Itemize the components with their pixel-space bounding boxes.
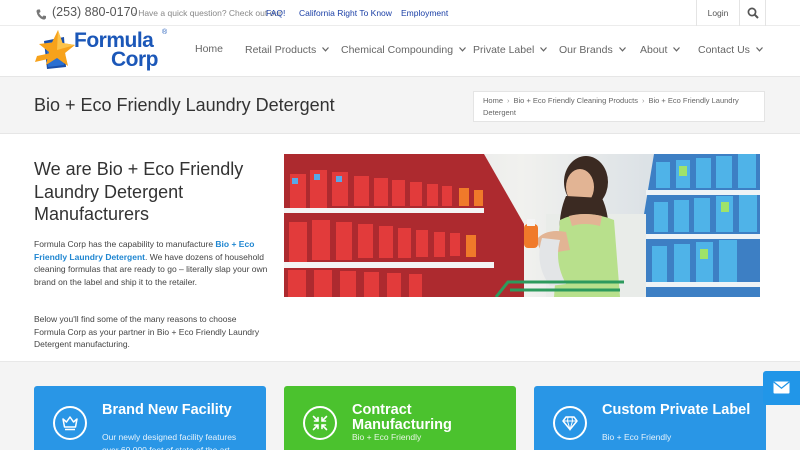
logo-registered-mark: ® (162, 29, 168, 36)
breadcrumb-category[interactable]: Bio + Eco Friendly Cleaning Products (514, 96, 638, 105)
crown-icon (62, 416, 78, 431)
card-text: Bio + Eco Friendly (602, 432, 672, 442)
nav-label: Private Label (473, 44, 535, 56)
star-logo-icon (35, 30, 75, 69)
phone-icon (36, 7, 46, 25)
feature-card-contract[interactable]: Contract Manufacturing Bio + Eco Friendl… (284, 386, 516, 450)
icon-circle (303, 406, 337, 440)
chevron-down-icon (459, 47, 467, 52)
page-title: Bio + Eco Friendly Laundry Detergent (34, 95, 335, 115)
phone-number[interactable]: (253) 880-0170 (52, 5, 137, 19)
california-right-to-know-link[interactable]: California Right To Know (299, 8, 392, 18)
intro-text: Formula Corp has the capability to manuf… (34, 239, 216, 249)
chevron-down-icon (673, 47, 681, 52)
nav-label: Contact Us (698, 44, 750, 56)
chevron-down-icon (540, 47, 548, 52)
nav-retail-products[interactable]: Retail Products (245, 44, 330, 56)
card-title: Brand New Facility (102, 402, 232, 418)
chevron-down-icon (755, 47, 763, 52)
intro-heading: We are Bio + Eco Friendly Laundry Deterg… (34, 159, 244, 224)
feature-card-facility[interactable]: Brand New Facility Our newly designed fa… (34, 386, 266, 450)
formula-corp-logo[interactable]: Formula ® Corp (34, 28, 174, 74)
quick-question-text: - Have a quick question? Check out our (133, 8, 282, 18)
breadcrumb-separator-icon: › (507, 96, 510, 105)
search-button[interactable] (740, 0, 766, 26)
intro-paragraph: Formula Corp has the capability to manuf… (34, 238, 279, 289)
breadcrumb-home[interactable]: Home (483, 96, 503, 105)
nav-our-brands[interactable]: Our Brands (559, 44, 626, 56)
store-aisle-photo (284, 154, 760, 297)
main-header: Formula ® Corp Home Retail Products Chem… (0, 26, 800, 76)
nav-private-label[interactable]: Private Label (473, 44, 548, 56)
nav-about[interactable]: About (640, 44, 681, 56)
login-link[interactable]: Login (696, 0, 740, 26)
card-title: Custom Private Label (602, 402, 751, 418)
card-text: Our newly designed facility features ove… (102, 432, 237, 450)
nav-label: Our Brands (559, 44, 613, 56)
page-title-band: Bio + Eco Friendly Laundry Detergent Hom… (0, 76, 800, 134)
faq-link[interactable]: FAQ! (266, 8, 285, 18)
card-title: Contract Manufacturing (352, 402, 452, 433)
logo-word-corp: Corp (111, 48, 159, 71)
breadcrumb: Home › Bio + Eco Friendly Cleaning Product… (473, 91, 765, 122)
nav-label: About (640, 44, 668, 56)
nav-label: Retail Products (245, 44, 317, 56)
contact-email-tab[interactable] (763, 371, 800, 405)
nav-label: Chemical Compounding (341, 44, 454, 56)
nav-chemical-compounding[interactable]: Chemical Compounding (341, 44, 467, 56)
search-icon (747, 7, 759, 19)
icon-circle (53, 406, 87, 440)
nav-contact-us[interactable]: Contact Us (698, 44, 763, 56)
icon-circle (553, 406, 587, 440)
diamond-icon (562, 416, 578, 431)
chevron-down-icon (618, 47, 626, 52)
chevron-down-icon (322, 47, 330, 52)
top-bar: (253) 880-0170 - Have a quick question? … (0, 0, 800, 26)
card-text: Bio + Eco Friendly (352, 432, 422, 442)
reasons-paragraph: Below you'll find some of the many reaso… (34, 314, 260, 350)
envelope-icon (773, 381, 790, 394)
compress-arrows-icon (312, 415, 328, 431)
nav-home[interactable]: Home (195, 43, 223, 55)
feature-card-private-label[interactable]: Custom Private Label Bio + Eco Friendly (534, 386, 766, 450)
breadcrumb-separator-icon: › (641, 96, 645, 105)
employment-link[interactable]: Employment (401, 8, 448, 18)
